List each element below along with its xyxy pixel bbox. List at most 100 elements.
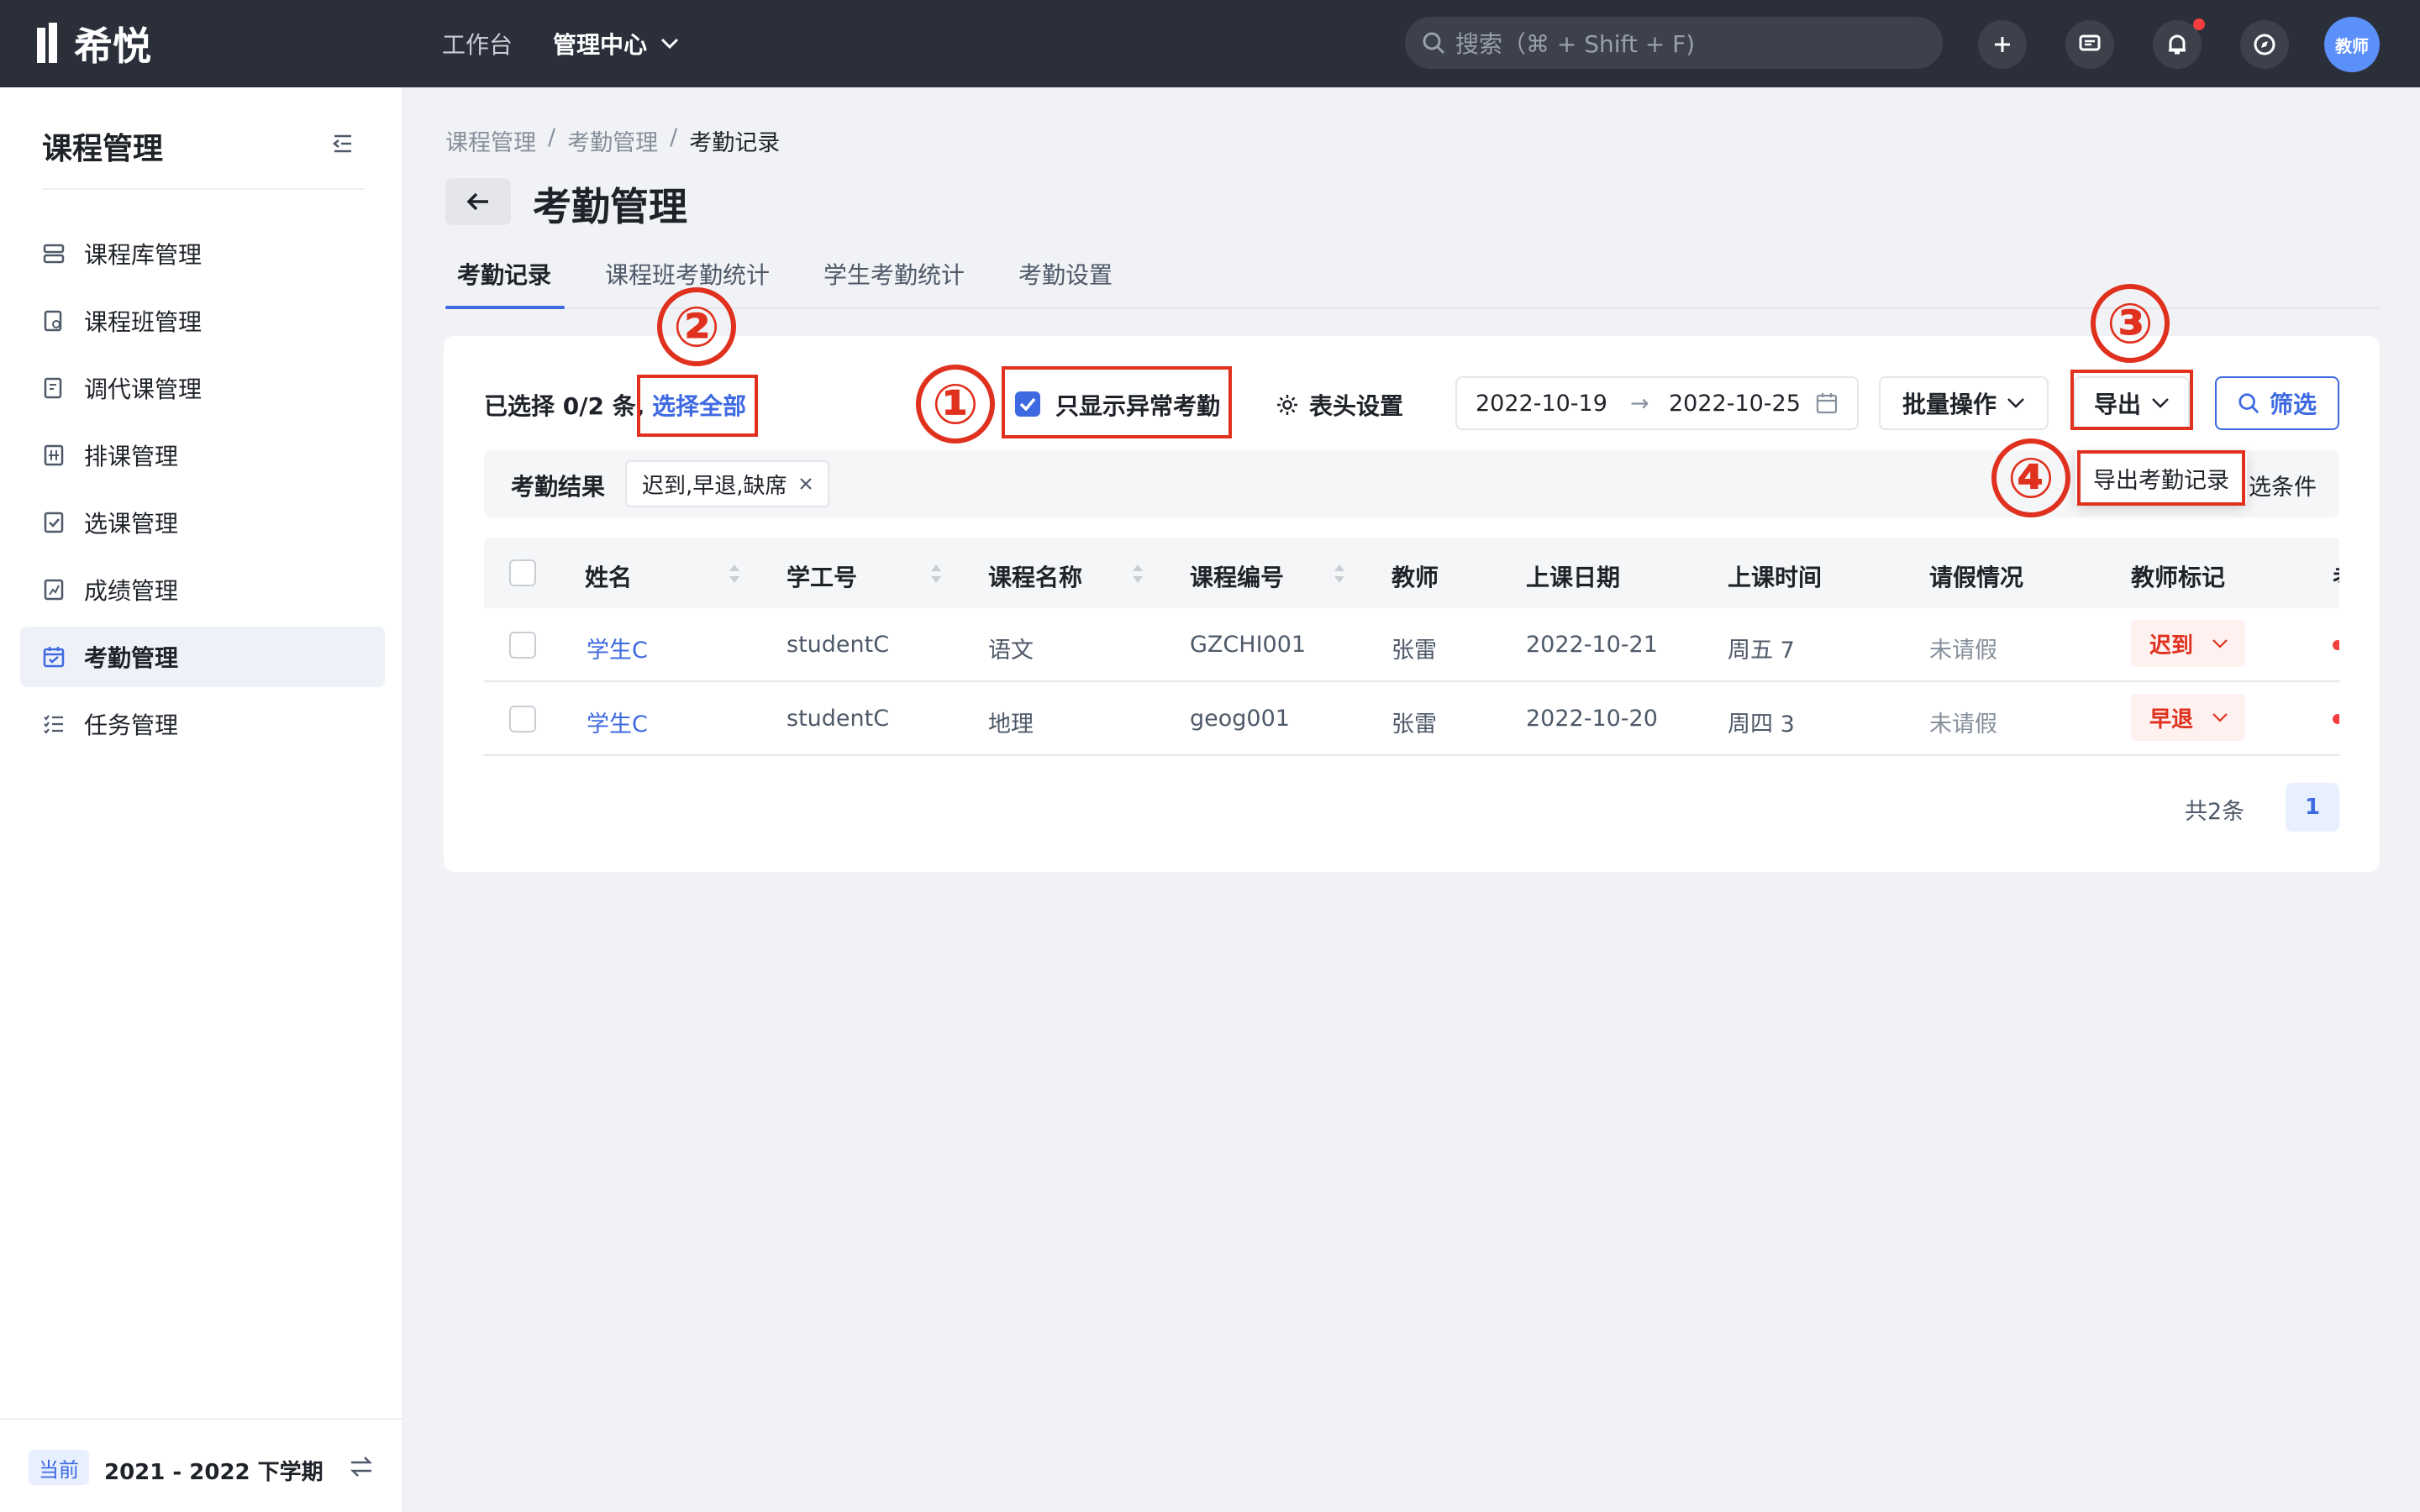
current-term-badge: 当前 [29, 1450, 89, 1485]
row-checkbox[interactable] [509, 632, 536, 659]
date-range-arrow: → [1630, 390, 1649, 417]
search-icon [1423, 32, 1445, 55]
sidebar-item-label: 任务管理 [84, 711, 179, 739]
breadcrumb-separator: / [670, 124, 678, 150]
date-range-picker[interactable]: 2022-10-19 → 2022-10-25 [1455, 376, 1859, 430]
column-header-leave: 请假情况 [1929, 564, 2024, 591]
substitute-icon [44, 377, 62, 399]
sort-icon[interactable] [1131, 563, 1144, 585]
bell-icon [2169, 34, 2186, 55]
student-name-link[interactable]: 学生C [587, 706, 648, 738]
student-id: studentC [786, 632, 890, 658]
teacher-mark-select[interactable]: 早退 [2131, 694, 2245, 741]
search-placeholder: 搜索（⌘ + Shift + F) [1455, 30, 1696, 58]
table-row[interactable]: 学生C studentC 语文 GZCHI001 张雷 2022-10-21 周… [484, 608, 2339, 682]
breadcrumb: 课程管理 / 考勤管理 / 考勤记录 [445, 124, 780, 157]
messages-button[interactable] [2065, 20, 2114, 69]
filter-field-label: 考勤结果 [511, 473, 606, 501]
batch-actions-button[interactable]: 批量操作 [1879, 376, 2049, 430]
annotation-box-4 [2077, 450, 2245, 506]
app-logo[interactable]: 希悦 [37, 18, 151, 69]
sort-icon[interactable] [929, 563, 943, 585]
date-end[interactable]: 2022-10-25 [1669, 391, 1801, 417]
column-header-teacher: 教师 [1392, 564, 1439, 591]
page-1-button[interactable]: 1 [2286, 783, 2339, 832]
search-input[interactable]: 搜索（⌘ + Shift + F) [1405, 17, 1943, 69]
column-header-teacher-mark: 教师标记 [2131, 564, 2226, 591]
sort-icon[interactable] [728, 563, 741, 585]
grade-icon [44, 579, 64, 601]
annotation-number-1: ① [916, 365, 995, 444]
switch-term-icon[interactable] [348, 1455, 375, 1478]
annotation-number-2: ② [657, 287, 736, 366]
student-id: studentC [786, 706, 890, 732]
row-checkbox[interactable] [509, 706, 536, 732]
student-name-link[interactable]: 学生C [587, 632, 648, 664]
sidebar-item-label: 成绩管理 [84, 577, 179, 605]
breadcrumb-separator: / [548, 124, 556, 150]
class-time: 周五 7 [1728, 638, 1795, 664]
column-settings-button[interactable]: 表头设置 [1276, 388, 1403, 422]
back-button[interactable] [445, 178, 511, 225]
course-name: 语文 [988, 638, 1034, 664]
tab-attendance-settings[interactable]: 考勤设置 [1018, 257, 1113, 291]
sidebar-item-selection[interactable]: 选课管理 [20, 492, 385, 553]
sidebar-item-grades[interactable]: 成绩管理 [20, 559, 385, 620]
sidebar-item-class[interactable]: 课程班管理 [20, 291, 385, 351]
batch-actions-label: 批量操作 [1902, 391, 1996, 418]
teacher: 张雷 [1392, 711, 1437, 738]
selection-count: 已选择 0/2 条, [484, 392, 645, 420]
breadcrumb-current: 考勤记录 [689, 130, 781, 156]
sidebar-item-course-library[interactable]: 课程库管理 [20, 223, 385, 284]
close-icon[interactable] [799, 477, 813, 491]
annotation-box-1 [1002, 366, 1232, 438]
help-button[interactable] [2240, 20, 2289, 69]
tab-bar: 考勤记录 课程班考勤统计 学生考勤统计 考勤设置 [445, 254, 2380, 309]
sidebar-item-label: 排课管理 [84, 443, 179, 470]
course-name: 地理 [988, 711, 1034, 738]
gear-icon [1277, 395, 1297, 415]
date-start[interactable]: 2022-10-19 [1476, 391, 1607, 417]
sidebar-item-label: 课程库管理 [84, 241, 203, 269]
tab-student-attendance-stats[interactable]: 学生考勤统计 [823, 257, 965, 291]
status-dot [2333, 640, 2339, 650]
sidebar-item-schedule[interactable]: 排课管理 [20, 425, 385, 486]
collapse-sidebar-icon[interactable] [331, 133, 355, 155]
task-list-icon [44, 715, 63, 734]
nav-admin-center[interactable]: 管理中心 [553, 27, 679, 60]
annotation-box-2 [637, 375, 758, 437]
sidebar: 课程管理 课程库管理 课程班管理 调代课管理 排课管理 选课管理 成绩管理 考勤… [0, 87, 403, 1512]
nav-workbench[interactable]: 工作台 [442, 27, 513, 60]
teacher-mark-select[interactable]: 迟到 [2131, 620, 2245, 667]
sidebar-title: 课程管理 [42, 132, 164, 166]
arrow-left-icon [466, 192, 488, 211]
filter-label: 筛选 [2269, 391, 2317, 418]
table-header: 姓名 学工号 课程名称 课程编号 教师 上课日期 上课时间 请假情况 教师标记 … [484, 538, 2339, 608]
sidebar-item-substitute[interactable]: 调代课管理 [20, 358, 385, 418]
annotation-box-3 [2070, 370, 2193, 430]
clear-filters-link[interactable]: 选条件 [2249, 469, 2317, 501]
sort-icon[interactable] [1333, 563, 1346, 585]
logo-icon [37, 23, 57, 63]
nav-admin-center-label: 管理中心 [553, 31, 648, 59]
leave-status: 未请假 [1929, 638, 1997, 664]
class-date: 2022-10-21 [1526, 632, 1658, 658]
table-row[interactable]: 学生C studentC 地理 geog001 张雷 2022-10-20 周四… [484, 682, 2339, 756]
class-time: 周四 3 [1728, 711, 1795, 738]
notification-dot [2193, 18, 2205, 30]
breadcrumb-item[interactable]: 课程管理 [445, 124, 536, 157]
current-term: 2021 - 2022 下学期 [104, 1460, 324, 1485]
tab-attendance-records[interactable]: 考勤记录 [457, 257, 551, 291]
column-header-truncated: 考 [2333, 559, 2339, 593]
select-all-checkbox[interactable] [509, 559, 536, 586]
tab-class-attendance-stats[interactable]: 课程班考勤统计 [605, 257, 770, 291]
sidebar-item-attendance[interactable]: 考勤管理 [20, 627, 385, 687]
add-button[interactable] [1978, 20, 2027, 69]
filter-button[interactable]: 筛选 [2215, 376, 2339, 430]
filter-tag[interactable]: 迟到,早退,缺席 [625, 460, 829, 507]
user-avatar[interactable]: 教师 [2324, 17, 2380, 72]
chevron-down-icon [660, 38, 679, 50]
breadcrumb-item[interactable]: 考勤管理 [567, 124, 658, 157]
sidebar-item-tasks[interactable]: 任务管理 [20, 694, 385, 754]
column-header-class-date: 上课日期 [1526, 564, 1621, 591]
